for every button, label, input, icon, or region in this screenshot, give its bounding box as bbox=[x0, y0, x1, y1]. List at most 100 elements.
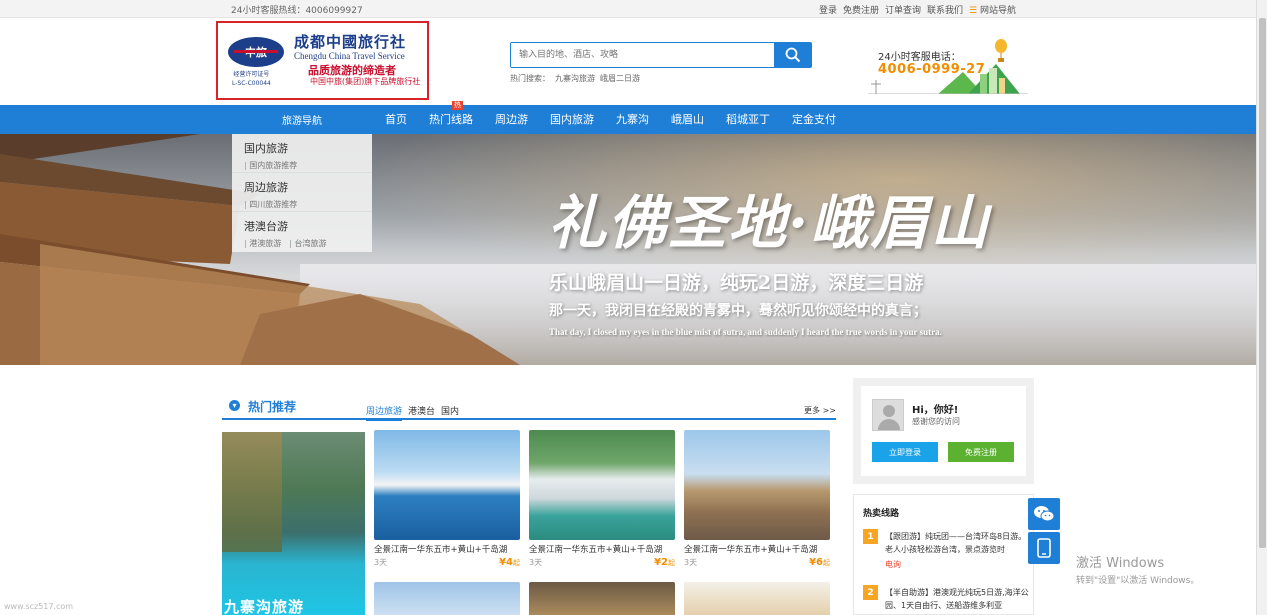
license-number: L-SC-C00044 bbox=[232, 80, 271, 87]
nav-item-home[interactable]: 首页 bbox=[374, 105, 418, 134]
user-panel: Hi，你好! 感谢您的访问 立即登录 免费注册 bbox=[853, 378, 1034, 484]
tour-card-image[interactable] bbox=[374, 582, 520, 615]
nav-item-deposit[interactable]: 定金支付 bbox=[781, 105, 847, 134]
hot-search-term[interactable]: 九寨沟旅游 bbox=[555, 73, 595, 84]
banner-subtitle: 乐山峨眉山一日游，纯玩2日游，深度三日游 bbox=[549, 272, 924, 294]
tour-name: 全景江南一华东五市+黄山+千岛湖 bbox=[529, 545, 663, 555]
price-unit: 起 bbox=[823, 559, 830, 567]
hot-search-term[interactable]: 峨眉二日游 bbox=[600, 73, 640, 84]
tour-image bbox=[684, 430, 830, 540]
category-sub-link[interactable]: 港澳旅游 bbox=[244, 238, 281, 249]
mobile-float-button[interactable] bbox=[1028, 532, 1060, 564]
nav-label: 热门线路 bbox=[429, 113, 473, 126]
tour-card-image[interactable] bbox=[684, 582, 830, 615]
category-domestic[interactable]: 国内旅游 国内旅游推荐 bbox=[232, 134, 372, 173]
price-value: ¥6 bbox=[809, 557, 823, 568]
category-nearby[interactable]: 周边旅游 四川旅游推荐 bbox=[232, 173, 372, 212]
nav-item-daocheng[interactable]: 稻城亚丁 bbox=[715, 105, 781, 134]
wechat-icon bbox=[1034, 506, 1055, 522]
header: 中旅 成都中國旅行社 Chengdu China Travel Service … bbox=[0, 18, 1256, 105]
tour-name: 全景江南一华东五市+黄山+千岛湖 bbox=[684, 545, 818, 555]
nav-item-hot-routes[interactable]: 热门线路 热 bbox=[418, 101, 484, 134]
search-icon bbox=[785, 47, 800, 63]
tour-price: ¥2起 bbox=[654, 557, 675, 568]
feature-image-jiuzhaigou[interactable]: 九寨沟旅游 bbox=[222, 432, 365, 615]
route-text: 【半自助游】港澳观光纯玩5日游,海洋公园、1天自由行、送船游维多利亚 bbox=[885, 588, 1029, 610]
route-price-tag: 电询 bbox=[885, 560, 901, 569]
vertical-scrollbar[interactable] bbox=[1256, 0, 1267, 615]
mobile-phone-icon bbox=[1037, 538, 1051, 558]
contact-label: 24小时客服电话： bbox=[878, 52, 961, 63]
search-button[interactable] bbox=[774, 43, 811, 67]
rank-number: 2 bbox=[863, 585, 878, 600]
logo[interactable]: 中旅 成都中國旅行社 Chengdu China Travel Service … bbox=[216, 21, 429, 100]
nav-label: 定金支付 bbox=[792, 113, 836, 126]
nav-item-domestic[interactable]: 国内旅游 bbox=[539, 105, 605, 134]
main-nav: 旅游导航 首页 热门线路 热 周边游 国内旅游 九寨沟 峨眉山 稻城亚丁 定金支付 bbox=[0, 101, 1256, 134]
tour-card-image[interactable] bbox=[529, 582, 675, 615]
logo-license: 经营许可证号 L-SC-C00044 bbox=[232, 70, 271, 88]
category-sub-link[interactable]: 国内旅游推荐 bbox=[244, 160, 297, 171]
category-hk-macau-taiwan[interactable]: 港澳台游 港澳旅游台湾旅游 bbox=[232, 212, 372, 251]
hot-search-label: 热门搜索： bbox=[510, 74, 550, 83]
scrollbar-thumb[interactable] bbox=[1259, 18, 1266, 548]
nav-item-nearby[interactable]: 周边游 bbox=[484, 105, 539, 134]
section-title: 热门推荐 bbox=[248, 400, 297, 414]
windows-activation-watermark: 激活 Windows 转到"设置"以激活 Windows。 bbox=[1076, 552, 1199, 586]
user-panel-inner: Hi，你好! 感谢您的访问 立即登录 免费注册 bbox=[861, 386, 1026, 476]
nav-label: 峨眉山 bbox=[671, 113, 704, 126]
nav-item-emeishan[interactable]: 峨眉山 bbox=[660, 105, 715, 134]
register-button[interactable]: 免费注册 bbox=[948, 442, 1014, 462]
banner-english: That day, I closed my eyes in the blue m… bbox=[549, 327, 942, 337]
tab-domestic[interactable]: 国内 bbox=[441, 404, 459, 421]
category-menu: 国内旅游 国内旅游推荐 周边旅游 四川旅游推荐 港澳台游 港澳旅游台湾旅游 bbox=[232, 134, 372, 252]
site-nav-label: 网站导航 bbox=[979, 6, 1016, 16]
tour-card[interactable]: 全景江南一华东五市+黄山+千岛湖 3天 ¥4起 bbox=[374, 430, 520, 571]
feature-image-text: 九寨沟旅游 bbox=[224, 598, 305, 615]
recommend-icon: ▾ bbox=[229, 400, 240, 411]
price-value: ¥2 bbox=[654, 557, 668, 568]
site-nav-link[interactable]: ☰ 网站导航 bbox=[969, 3, 1016, 16]
category-sub-link[interactable]: 台湾旅游 bbox=[289, 238, 327, 249]
hero-banner[interactable]: 礼佛圣地·峨眉山 乐山峨眉山一日游，纯玩2日游，深度三日游 那一天，我闭目在经殿… bbox=[0, 134, 1256, 365]
tour-card[interactable]: 全景江南一华东五市+黄山+千岛湖 3天 ¥6起 bbox=[684, 430, 830, 571]
search-input[interactable] bbox=[511, 43, 775, 67]
contact-box: 24小时客服电话： 4006-0999-27 bbox=[868, 34, 1028, 94]
banner-title: 礼佛圣地·峨眉山 bbox=[548, 189, 991, 257]
login-button[interactable]: 立即登录 bbox=[872, 442, 938, 462]
rank-number: 1 bbox=[863, 529, 878, 544]
route-text: 【跟团游】纯玩团——台湾环岛8日游。老人小孩轻松游台湾，景点游览时 bbox=[885, 532, 1027, 554]
category-sub-link[interactable]: 四川旅游推荐 bbox=[244, 199, 297, 210]
category-title: 港澳台游 bbox=[244, 220, 288, 233]
order-query-link[interactable]: 订单查询 bbox=[885, 3, 921, 16]
hot-route-item[interactable]: 2 【半自助游】港澳观光纯玩5日游,海洋公园、1天自由行、送船游维多利亚 bbox=[863, 585, 1033, 615]
menu-icon: ☰ bbox=[969, 6, 978, 16]
nav-item-jiuzhaigou[interactable]: 九寨沟 bbox=[605, 105, 660, 134]
top-utility-bar: 24小时客服热线：4006099927 登录 免费注册 订单查询 联系我们 ☰ … bbox=[0, 0, 1256, 18]
tour-days: 3天 bbox=[684, 558, 698, 567]
tab-nearby[interactable]: 周边旅游 bbox=[366, 404, 403, 421]
login-link[interactable]: 登录 bbox=[819, 3, 837, 16]
license-label: 经营许可证号 bbox=[233, 71, 270, 78]
nav-guide[interactable]: 旅游导航 bbox=[232, 105, 372, 134]
register-link[interactable]: 免费注册 bbox=[843, 3, 879, 16]
hot-routes: 热卖线路 1 【跟团游】纯玩团——台湾环岛8日游。老人小孩轻松游台湾，景点游览时… bbox=[853, 494, 1034, 615]
hot-route-item[interactable]: 1 【跟团游】纯玩团——台湾环岛8日游。老人小孩轻松游台湾，景点游览时 电询 bbox=[863, 529, 1033, 573]
watermark-line2: 转到"设置"以激活 Windows。 bbox=[1076, 576, 1200, 586]
contact-link[interactable]: 联系我们 bbox=[927, 3, 963, 16]
section-tabs: 周边旅游 港澳台 国内 bbox=[366, 404, 459, 421]
nav-label: 国内旅游 bbox=[550, 113, 594, 126]
wechat-float-button[interactable] bbox=[1028, 498, 1060, 530]
tab-hk-macau-taiwan[interactable]: 港澳台 bbox=[408, 404, 435, 421]
tour-image bbox=[374, 430, 520, 540]
nav-label: 首页 bbox=[385, 113, 407, 126]
hotline-text: 24小时客服热线：4006099927 bbox=[231, 6, 363, 16]
more-link[interactable]: 更多 >> bbox=[804, 405, 836, 416]
logo-title: 成都中國旅行社 bbox=[294, 33, 407, 51]
category-title: 国内旅游 bbox=[244, 142, 288, 155]
price-unit: 起 bbox=[513, 559, 520, 567]
banner-quote: 那一天，我闭目在经殿的青雾中，蓦然听见你颂经中的真言； bbox=[549, 303, 927, 319]
tour-card[interactable]: 全景江南一华东五市+黄山+千岛湖 3天 ¥2起 bbox=[529, 430, 675, 571]
tour-price: ¥6起 bbox=[809, 557, 830, 568]
logo-emblem: 中旅 bbox=[228, 37, 284, 67]
